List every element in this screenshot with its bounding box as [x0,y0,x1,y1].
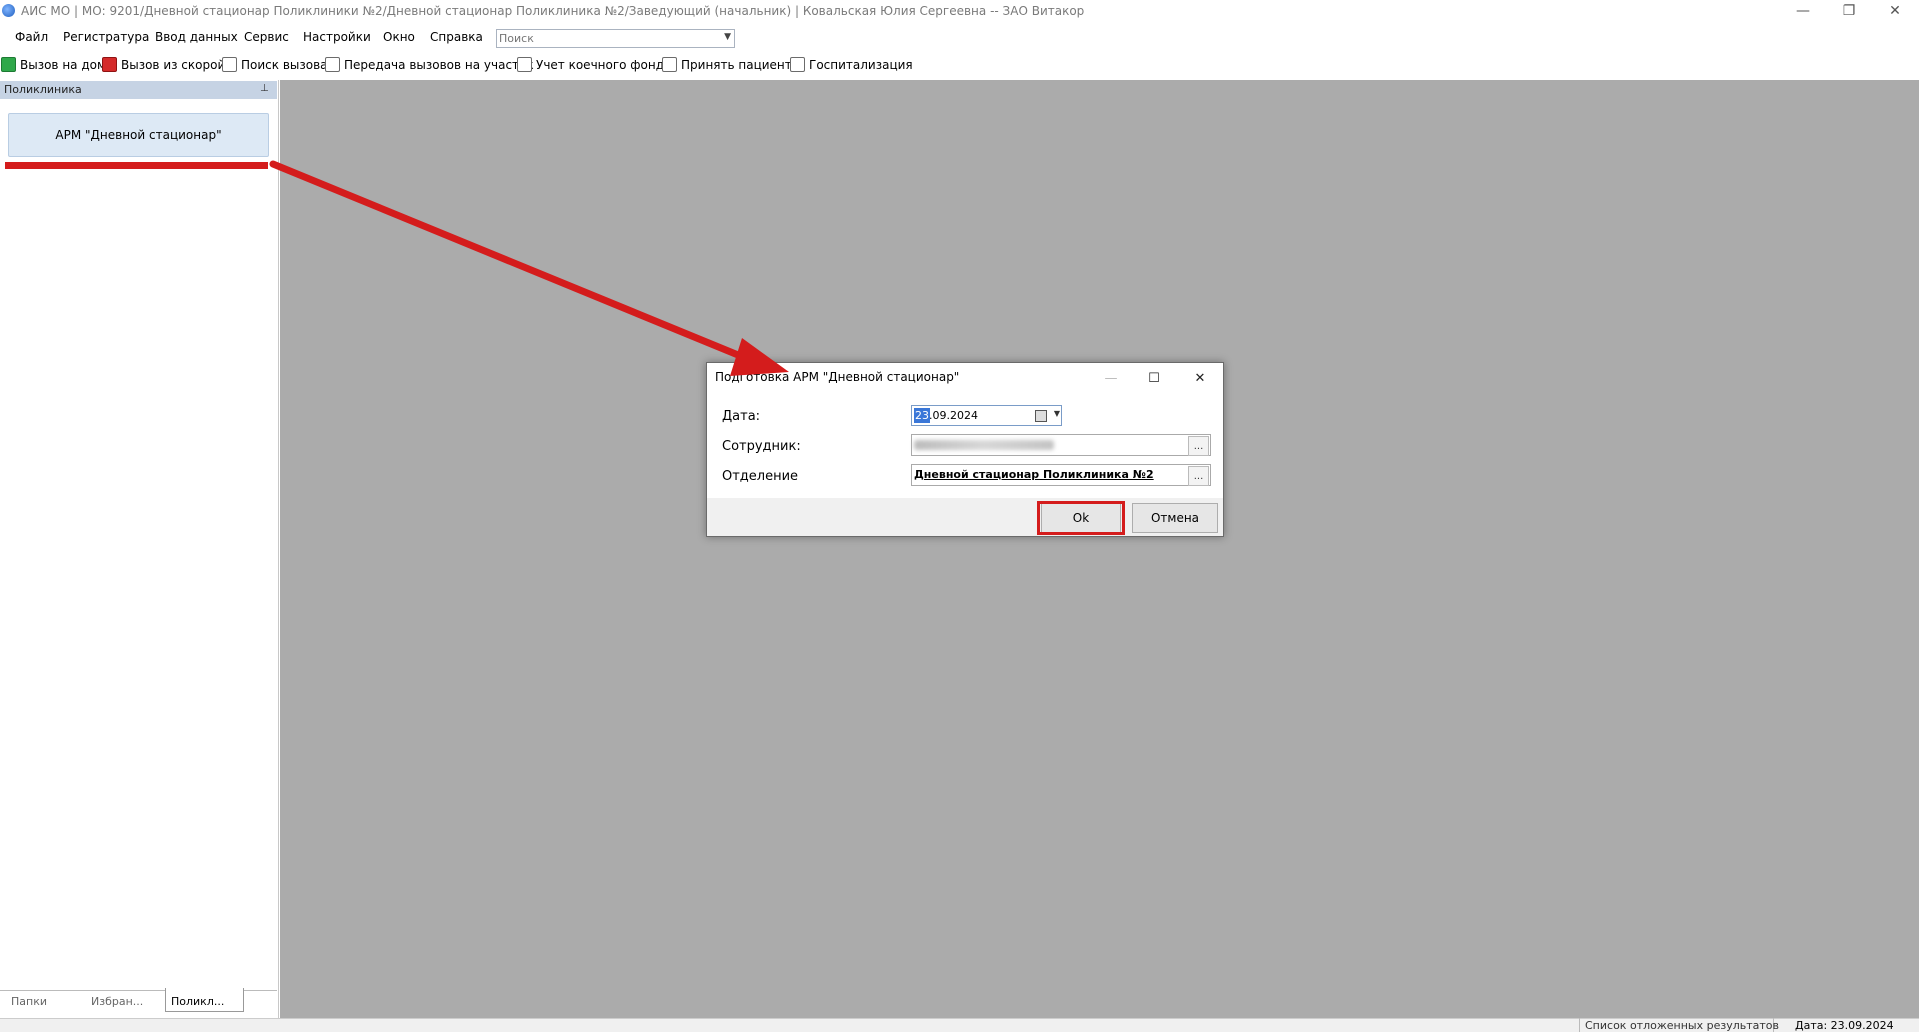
toolbar-bed-fund[interactable]: Учет коечного фонда [517,56,671,73]
search-document-icon [222,57,237,72]
left-panel [0,80,279,1018]
calendar-icon[interactable] [1035,410,1047,422]
pin-icon[interactable]: ⊥ [260,83,269,94]
employee-value-blurred [914,440,1054,450]
employee-lookup-button[interactable]: ... [1188,436,1209,456]
cancel-button[interactable]: Отмена [1132,503,1218,533]
window-title: АИС МО | МО: 9201/Дневной стационар Поли… [21,4,1085,18]
dialog-minimize-button[interactable]: — [1089,364,1133,392]
menu-settings[interactable]: Настройки [303,30,371,44]
toolbar-label: Вызов на дом [20,57,107,72]
department-value: Дневной стационар Поликлиника №2 [914,468,1154,481]
toolbar-label: Учет коечного фонда [536,57,672,72]
minimize-button[interactable]: — [1780,0,1826,22]
tab-favorites[interactable]: Избран... [91,995,143,1008]
tab-polyclinic[interactable]: Поликл... [171,995,224,1008]
hospitalization-icon [790,57,805,72]
toolbar-search-call[interactable]: Поиск вызова [222,56,328,73]
chevron-down-icon[interactable]: ▼ [724,32,731,42]
toolbar-label: Вызов из скорой [121,57,226,72]
menu-window[interactable]: Окно [383,30,415,44]
toolbar-home-call[interactable]: Вызов на дом [1,56,106,73]
annotation-underline [5,162,268,169]
department-lookup-button[interactable]: ... [1188,466,1209,486]
dialog-title: Подготовка АРМ "Дневной стационар" [715,370,960,384]
menu-help[interactable]: Справка [430,30,483,44]
menu-file[interactable]: Файл [15,30,48,44]
date-day-selection: 23 [914,408,930,423]
chevron-down-icon[interactable]: ▼ [1054,409,1060,418]
dialog-maximize-button[interactable]: ☐ [1132,364,1176,392]
search-combobox[interactable]: ▼ [496,29,735,48]
employee-field[interactable]: ... [911,434,1211,456]
toolbar-hospitalization[interactable]: Госпитализация [790,56,913,73]
date-field[interactable]: 23 .09.2024 ▼ [911,405,1062,426]
employee-label: Сотрудник: [722,439,801,454]
toolbar-accept-patient[interactable]: Принять пациента [662,56,799,73]
search-input[interactable] [499,31,709,46]
app-icon [2,4,15,17]
mdi-workspace [280,80,1919,1018]
tab-folders[interactable]: Папки [11,995,47,1008]
toolbar-ambulance-call[interactable]: Вызов из скорой [102,56,225,73]
department-field[interactable]: Дневной стационар Поликлиника №2 ... [911,464,1211,486]
annotation-highlight-box [1037,501,1125,535]
date-month-year: .09.2024 [929,409,978,422]
status-date: Дата: 23.09.2024 [1795,1019,1894,1032]
menu-service[interactable]: Сервис [244,30,289,44]
close-button[interactable]: ✕ [1872,0,1918,22]
transfer-icon [325,57,340,72]
date-label: Дата: [722,409,761,424]
green-check-icon [1,57,16,72]
toolbar-label: Госпитализация [809,57,913,72]
department-label: Отделение [722,469,799,484]
dialog-close-button[interactable]: ✕ [1178,364,1222,392]
status-separator [1579,1018,1580,1032]
pending-results-link[interactable]: Список отложенных результатов [1585,1019,1779,1032]
red-check-icon [102,57,117,72]
accept-patient-icon [662,57,677,72]
restore-button[interactable]: ❐ [1826,0,1872,22]
bed-fund-icon [517,57,532,72]
panel-title: Поликлиника [4,83,82,96]
menu-data-entry[interactable]: Ввод данных [155,30,238,44]
menu-registry[interactable]: Регистратура [63,30,149,44]
toolbar-label: Принять пациента [681,57,800,72]
arm-day-hospital-button[interactable]: АРМ "Дневной стационар" [8,113,269,157]
toolbar-label: Поиск вызова [241,57,328,72]
toolbar-label: Передача вызовов на участок [344,57,534,72]
toolbar-transfer-calls[interactable]: Передача вызовов на участок [325,56,534,73]
